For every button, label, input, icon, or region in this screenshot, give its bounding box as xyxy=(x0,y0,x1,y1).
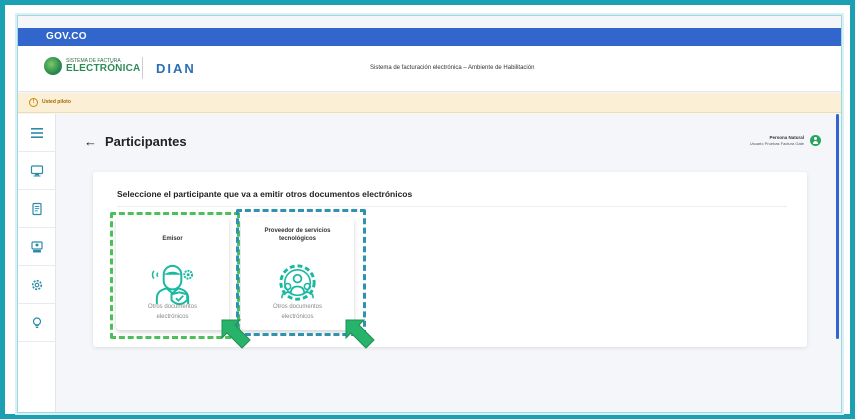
sidebar-item-settings[interactable] xyxy=(18,266,56,304)
sidebar-item-users[interactable] xyxy=(18,228,56,266)
option-title-line1: Proveedor de servicios xyxy=(264,228,331,234)
card-divider xyxy=(117,206,787,207)
browser-viewport: GOV.CO SISTEMA DE FACTURA ELECTRÓNICA DI… xyxy=(17,15,842,413)
gov-bar: GOV.CO xyxy=(18,28,841,46)
option-description-line1: Otros documentos xyxy=(147,304,198,310)
sidebar-item-help[interactable] xyxy=(18,304,56,342)
sidebar-item-documents[interactable] xyxy=(18,190,56,228)
pointer-arrow-icon xyxy=(221,319,251,349)
screenshot-frame: GOV.CO SISTEMA DE FACTURA ELECTRÓNICA DI… xyxy=(0,0,855,419)
option-title-line2: tecnológicos xyxy=(278,236,316,243)
logo-divider xyxy=(142,57,143,79)
app-header: SISTEMA DE FACTURA ELECTRÓNICA DIAN Sist… xyxy=(18,46,841,92)
user-info[interactable]: Persona Natural Usuario Pruebas Factura … xyxy=(750,135,821,146)
option-description-line2: electrónicos xyxy=(156,313,189,320)
option-title: Emisor xyxy=(162,236,183,242)
user-name: Usuario Pruebas Factura Gate xyxy=(749,140,804,146)
option-emisor[interactable]: Emisor Otros documentos electrónicos xyxy=(116,217,229,330)
document-icon xyxy=(32,202,42,215)
option-description: Otros documentos electrónicos xyxy=(116,303,229,322)
dian-logo[interactable]: DIAN xyxy=(156,61,196,76)
gear-icon xyxy=(31,279,43,290)
monitor-icon xyxy=(30,164,44,176)
participant-card: Seleccione el participante que va a emit… xyxy=(93,172,807,347)
option-description-line1: Otros documentos xyxy=(272,304,323,310)
globe-icon xyxy=(44,57,62,75)
emisor-person-icon xyxy=(151,264,194,306)
selection-prompt: Seleccione el participante que va a emit… xyxy=(117,189,413,199)
warning-text: Usted piloto xyxy=(42,99,71,105)
warning-bar: ! Usted piloto xyxy=(18,93,841,113)
page-title: Participantes xyxy=(105,134,187,149)
option-description: Otros documentos electrónicos xyxy=(241,303,354,322)
provider-group-gear-icon xyxy=(279,264,316,301)
pointer-arrow-icon xyxy=(345,319,375,349)
warning-icon: ! xyxy=(29,98,38,107)
system-title: Sistema de facturación electrónica – Amb… xyxy=(370,65,535,71)
users-icon xyxy=(31,240,43,252)
lightbulb-icon xyxy=(32,316,42,328)
option-title: Proveedor de servicios tecnológicos xyxy=(241,227,354,243)
back-arrow-icon[interactable]: ← xyxy=(84,134,97,149)
page-header: ← Participantes xyxy=(84,134,187,149)
scrollbar[interactable] xyxy=(836,114,839,339)
gov-logo[interactable]: GOV.CO xyxy=(46,31,87,42)
factura-electronica-logo[interactable]: SISTEMA DE FACTURA ELECTRÓNICA xyxy=(44,57,140,75)
option-proveedor-servicios-tecnologicos[interactable]: Proveedor de servicios tecnológicos Otro… xyxy=(241,217,354,330)
sidebar xyxy=(18,114,56,412)
logo-line-2: ELECTRÓNICA xyxy=(66,62,141,74)
option-description-line2: electrónicos xyxy=(281,313,314,320)
sidebar-item-monitor[interactable] xyxy=(18,152,56,190)
menu-icon xyxy=(31,127,43,138)
sidebar-item-menu[interactable] xyxy=(18,114,56,152)
avatar[interactable] xyxy=(810,135,821,146)
